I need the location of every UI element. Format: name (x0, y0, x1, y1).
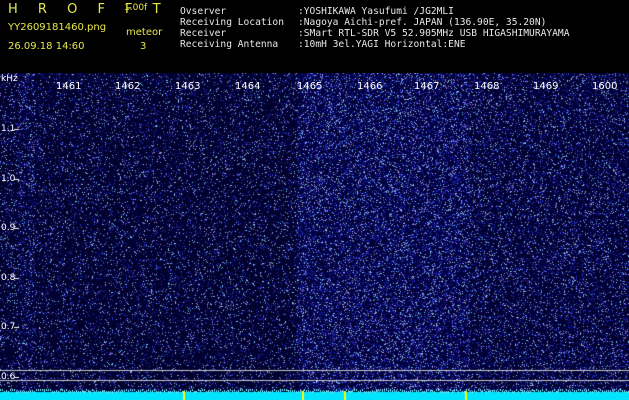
x-tick-label: 1461 (56, 81, 82, 92)
date-time: 26.09.18 14:60 (8, 41, 85, 52)
x-tick-label: 1464 (235, 81, 261, 92)
app-version: 1.00f (124, 3, 148, 13)
x-tick-label: 1469 (533, 81, 559, 92)
info-row: Receiving Location :Nagoya Aichi-pref. JA… (180, 17, 569, 28)
x-tick-label: 1462 (115, 81, 141, 92)
y-tick-label: 0.6 (1, 372, 16, 382)
info-row: Ovserver :YOSHIKAWA Yasufumi /JG2MLI (180, 6, 569, 17)
x-tick-label: 1466 (357, 81, 383, 92)
y-tick-label: 1.1 (1, 124, 16, 134)
y-axis-unit: kHz (1, 74, 18, 84)
y-tick-label: 0.8 (1, 273, 16, 283)
station-info: Ovserver :YOSHIKAWA Yasufumi /JG2MLI Rece… (180, 6, 569, 50)
y-tick-label: 1.0 (1, 174, 16, 184)
y-tick-label: 0.9 (1, 223, 16, 233)
info-key: Ovserver (180, 6, 227, 17)
info-key: Receiver (180, 28, 227, 39)
header-panel: H R O F F T 1.00f YY2609181460.png meteo… (0, 0, 629, 73)
file-name: YY2609181460.png (8, 22, 107, 33)
info-row: Receiver :SMart RTL-SDR V5 52.905MHz USB … (180, 28, 569, 39)
x-tick-label: 1468 (474, 81, 500, 92)
x-tick-label: 1467 (414, 81, 440, 92)
x-tick-label: 1600 (592, 81, 618, 92)
x-tick-label: 1463 (175, 81, 201, 92)
info-value: :Nagoya Aichi-pref. JAPAN (136.90E, 35.2… (298, 17, 547, 28)
info-value: :10mH 3el.YAGI Horizontal:ENE (298, 39, 466, 50)
meteor-label: meteor (126, 27, 163, 38)
info-key: Receiving Location (180, 17, 284, 28)
info-value: :SMart RTL-SDR V5 52.905MHz USB HIGASHIM… (298, 28, 570, 39)
info-key: Receiving Antenna (180, 39, 279, 50)
info-value: :YOSHIKAWA Yasufumi /JG2MLI (298, 6, 454, 17)
y-tick-label: 0.7 (1, 322, 16, 332)
info-row: Receiving Antenna :10mH 3el.YAGI Horizont… (180, 39, 569, 50)
spectrogram-canvas (0, 73, 629, 400)
meteor-count: 3 (140, 41, 147, 52)
x-tick-label: 1465 (297, 81, 323, 92)
